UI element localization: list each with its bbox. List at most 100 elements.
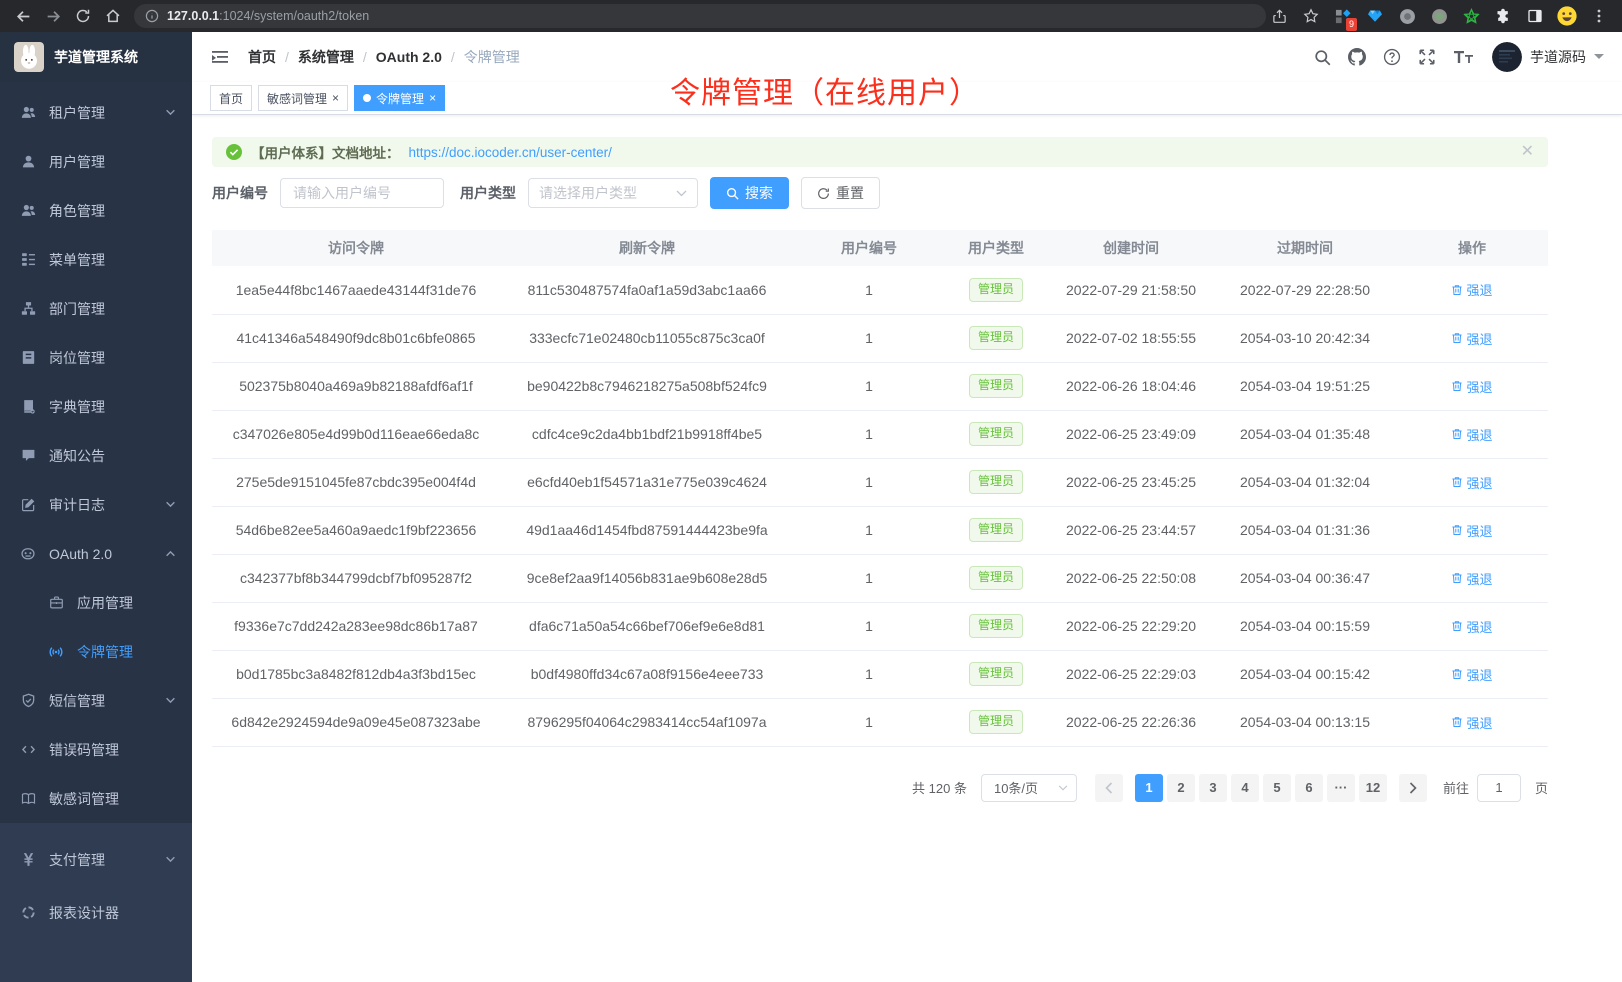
sidebar-item-menu[interactable]: 菜单管理: [0, 235, 192, 284]
page-button-5[interactable]: 5: [1263, 774, 1291, 802]
font-size-icon[interactable]: [1453, 49, 1475, 65]
force-logout-button[interactable]: 强退: [1451, 280, 1492, 299]
user-menu[interactable]: 芋道源码: [1492, 42, 1604, 72]
prev-page-button[interactable]: [1095, 774, 1123, 802]
sidebar-item-label: 角色管理: [49, 201, 105, 221]
search-button[interactable]: 搜索: [710, 177, 789, 209]
access-token-cell: 54d6be82ee5a460a9aedc1f9bf223656: [212, 506, 500, 554]
site-info-icon[interactable]: [144, 8, 160, 24]
force-logout-button[interactable]: 强退: [1451, 713, 1492, 732]
sidebar-item-pay[interactable]: 支付管理: [0, 833, 192, 886]
user-type-placeholder: 请选择用户类型: [539, 183, 637, 203]
sidebar-item-oauth-token[interactable]: 令牌管理: [0, 627, 192, 676]
page-button-4[interactable]: 4: [1231, 774, 1259, 802]
extension-gem-icon[interactable]: [1362, 3, 1388, 29]
more-pages-button[interactable]: ···: [1327, 774, 1355, 802]
force-logout-button[interactable]: 强退: [1451, 617, 1492, 636]
share-icon[interactable]: [1266, 3, 1292, 29]
trash-icon: [1451, 620, 1463, 632]
browser-home-icon[interactable]: [100, 3, 126, 29]
browser-reload-icon[interactable]: [70, 3, 96, 29]
sidebar-collapse-icon[interactable]: [210, 47, 230, 67]
browser-forward-icon[interactable]: [40, 3, 66, 29]
browser-address-bar[interactable]: 127.0.0.1:1024/system/oauth2/token: [134, 4, 1266, 28]
force-logout-button[interactable]: 强退: [1451, 377, 1492, 396]
reset-button-label: 重置: [836, 183, 864, 203]
breadcrumb-separator: /: [285, 49, 289, 65]
expire-time-cell: 2054-03-04 00:15:42: [1214, 650, 1396, 698]
page-button-2[interactable]: 2: [1167, 774, 1195, 802]
fullscreen-icon[interactable]: [1418, 48, 1436, 66]
reset-button[interactable]: 重置: [801, 177, 880, 209]
force-logout-button[interactable]: 强退: [1451, 329, 1492, 348]
bookmark-star-icon[interactable]: [1298, 3, 1324, 29]
alert-text: 【用户体系】文档地址：: [251, 142, 400, 162]
user-id-cell: 1: [794, 650, 944, 698]
page-button-3[interactable]: 3: [1199, 774, 1227, 802]
alert-close-icon[interactable]: ✕: [1521, 144, 1534, 160]
force-logout-button[interactable]: 强退: [1451, 569, 1492, 588]
user-id-cell: 1: [794, 506, 944, 554]
sidebar-item-notice[interactable]: 通知公告: [0, 431, 192, 480]
page-button-1[interactable]: 1: [1135, 774, 1163, 802]
page-button-12[interactable]: 12: [1359, 774, 1387, 802]
table-row: 275e5de9151045fe87cbdc395e004f4de6cfd40e…: [212, 458, 1548, 506]
tag-view-tab[interactable]: 首页: [210, 85, 252, 111]
org-icon: [20, 301, 36, 317]
chevron-down-icon: [165, 695, 176, 706]
sidebar-item-dict[interactable]: 字典管理: [0, 382, 192, 431]
extensions-puzzle-icon[interactable]: [1490, 3, 1516, 29]
username: 芋道源码: [1530, 47, 1586, 67]
chevron-down-icon: [165, 854, 176, 865]
profile-emoji-icon[interactable]: [1554, 3, 1580, 29]
browser-back-icon[interactable]: [10, 3, 36, 29]
extension-gray-circle-icon[interactable]: [1394, 3, 1420, 29]
sidebar-item-post[interactable]: 岗位管理: [0, 333, 192, 382]
breadcrumb-item[interactable]: 首页: [248, 47, 276, 67]
sidebar-item-tenant[interactable]: 租户管理: [0, 88, 192, 137]
sidebar-item-oauth-app[interactable]: 应用管理: [0, 578, 192, 627]
sidebar-item-role[interactable]: 角色管理: [0, 186, 192, 235]
github-icon[interactable]: [1348, 48, 1366, 66]
force-logout-button[interactable]: 强退: [1451, 473, 1492, 492]
extension-green-star-icon[interactable]: [1458, 3, 1484, 29]
sidebar-item-sms[interactable]: 短信管理: [0, 676, 192, 725]
url-text: 127.0.0.1:1024/system/oauth2/token: [167, 9, 369, 23]
search-icon[interactable]: [1314, 49, 1331, 66]
next-page-button[interactable]: [1399, 774, 1427, 802]
app-logo[interactable]: 芋道管理系统: [0, 32, 192, 82]
force-logout-button[interactable]: 强退: [1451, 521, 1492, 540]
access-token-cell: c347026e805e4d99b0d116eae66eda8c: [212, 410, 500, 458]
sidebar-item-user[interactable]: 用户管理: [0, 137, 192, 186]
tag-view-tab[interactable]: 令牌管理×: [354, 85, 445, 111]
page-button-6[interactable]: 6: [1295, 774, 1323, 802]
tab-close-icon[interactable]: ×: [332, 92, 339, 104]
force-logout-button[interactable]: 强退: [1451, 665, 1492, 684]
user-type-select[interactable]: 请选择用户类型: [528, 178, 698, 208]
goto-page-input[interactable]: [1477, 774, 1521, 802]
sidebar-item-label: 审计日志: [49, 495, 105, 515]
sidebar-item-sensitive[interactable]: 敏感词管理: [0, 774, 192, 823]
user-id-input[interactable]: [280, 178, 444, 208]
sidebar-item-errcode[interactable]: 错误码管理: [0, 725, 192, 774]
browser-menu-dots-icon[interactable]: [1586, 3, 1612, 29]
help-icon[interactable]: [1383, 48, 1401, 66]
sidebar-item-report[interactable]: 报表设计器: [0, 886, 192, 939]
force-logout-button[interactable]: 强退: [1451, 425, 1492, 444]
refresh-token-cell: be90422b8c7946218275a508bf524fc9: [500, 362, 794, 410]
sidebar-item-label: 支付管理: [49, 850, 105, 870]
page-size-select[interactable]: 10条/页: [981, 774, 1077, 802]
tag-view-tab[interactable]: 敏感词管理×: [258, 85, 348, 111]
expire-time-cell: 2054-03-04 01:32:04: [1214, 458, 1396, 506]
extension-tabs-icon[interactable]: 9: [1330, 3, 1356, 29]
breadcrumb-item[interactable]: 系统管理: [298, 47, 354, 67]
active-dot: [363, 94, 371, 102]
extension-dot-circle-icon[interactable]: [1426, 3, 1452, 29]
sidebar-item-oauth[interactable]: OAuth 2.0: [0, 529, 192, 578]
sidebar-item-dept[interactable]: 部门管理: [0, 284, 192, 333]
breadcrumb-item[interactable]: OAuth 2.0: [376, 49, 442, 65]
tab-close-icon[interactable]: ×: [429, 92, 436, 104]
alert-link[interactable]: https://doc.iocoder.cn/user-center/: [409, 145, 612, 160]
side-panel-icon[interactable]: [1522, 3, 1548, 29]
sidebar-item-audit[interactable]: 审计日志: [0, 480, 192, 529]
